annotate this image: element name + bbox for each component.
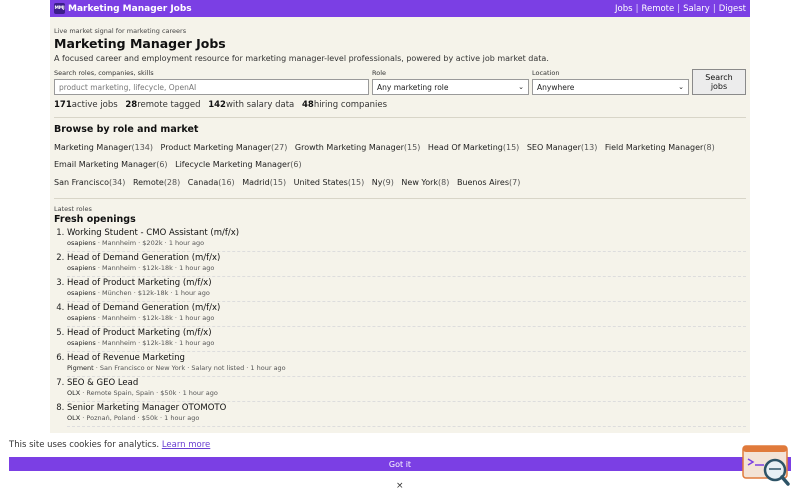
role-tag[interactable]: Lifecycle Marketing Manager(6)	[175, 160, 301, 169]
market-tag[interactable]: Canada(16)	[188, 178, 235, 187]
query-field-group: Search roles, companies, skills	[54, 69, 369, 95]
role-tag[interactable]: SEO Manager(13)	[527, 143, 597, 152]
location-label: Location	[532, 69, 560, 77]
nav-separator: |	[677, 3, 681, 14]
market-tag[interactable]: Buenos Aires(7)	[457, 178, 520, 187]
location-select-value: Anywhere	[537, 82, 575, 92]
role-tag[interactable]: Product Marketing Manager(27)	[161, 143, 288, 152]
job-title-link[interactable]: Head of Demand Generation (m/f/x)	[67, 252, 746, 263]
job-meta: osapiens · Mannheim · $12k-18k · 1 hour …	[67, 264, 215, 272]
nav-separator: |	[712, 3, 716, 14]
search-form: Search roles, companies, skills Role Any…	[54, 69, 746, 95]
magnifier-terminal-icon	[742, 445, 790, 486]
job-meta: OLX · Remote Spain, Spain · $50k · 1 hou…	[67, 389, 218, 397]
job-title-link[interactable]: Working Student - CMO Assistant (m/f/x)	[67, 227, 746, 238]
role-select[interactable]: Any marketing role ⌄	[372, 79, 529, 95]
jobs-list: Working Student - CMO Assistant (m/f/x) …	[54, 227, 746, 427]
divider	[54, 117, 746, 118]
market-tag[interactable]: Remote(28)	[133, 178, 180, 187]
role-tag[interactable]: Email Marketing Manager(6)	[54, 160, 168, 169]
list-item: Senior Marketing Manager OTOMOTO OLX · P…	[67, 402, 746, 427]
list-item: Working Student - CMO Assistant (m/f/x) …	[67, 227, 746, 252]
stat-active-jobs: 171active jobs	[54, 100, 118, 110]
job-title-link[interactable]: Head of Demand Generation (m/f/x)	[67, 302, 746, 313]
job-title-link[interactable]: Senior Marketing Manager OTOMOTO	[67, 402, 746, 413]
hero-description: A focused career and employment resource…	[54, 54, 549, 63]
nav-link-digest[interactable]: Digest	[719, 4, 746, 14]
list-item: Head of Revenue Marketing Pigment · San …	[67, 352, 746, 377]
location-select[interactable]: Anywhere ⌄	[532, 79, 689, 95]
market-tags: San Francisco(34) Remote(28) Canada(16) …	[54, 174, 746, 191]
job-meta: OLX · Poznań, Poland · $50k · 1 hour ago	[67, 414, 200, 422]
role-tag[interactable]: Growth Marketing Manager(15)	[295, 143, 420, 152]
job-title-link[interactable]: Head of Product Marketing (m/f/x)	[67, 277, 746, 288]
stat-hiring-companies: 48hiring companies	[301, 100, 388, 110]
market-tag[interactable]: New York(8)	[401, 178, 449, 187]
job-title-link[interactable]: Head of Product Marketing (m/f/x)	[67, 327, 746, 338]
brand[interactable]: MMJ Marketing Manager Jobs	[54, 3, 192, 14]
page-title: Marketing Manager Jobs	[54, 36, 226, 51]
location-field-group: Location Anywhere ⌄	[532, 69, 689, 95]
list-item: Head of Product Marketing (m/f/x) osapie…	[67, 277, 746, 302]
learn-more-link[interactable]: Learn more	[162, 440, 210, 450]
stat-remote-tagged: 28remote tagged	[125, 100, 201, 110]
top-nav: Jobs | Remote | Salary | Digest	[615, 4, 746, 14]
role-tag[interactable]: Field Marketing Manager(8)	[605, 143, 715, 152]
cookie-text: This site uses cookies for analytics. Le…	[9, 440, 211, 450]
list-item: Head of Product Marketing (m/f/x) osapie…	[67, 327, 746, 352]
cookie-banner: This site uses cookies for analytics. Le…	[0, 433, 800, 500]
main-content: Live market signal for marketing careers…	[50, 27, 750, 427]
role-tag[interactable]: Head Of Marketing(15)	[428, 143, 519, 152]
stats-row: 171active jobs 28remote tagged 142with s…	[54, 100, 746, 110]
top-navbar: MMJ Marketing Manager Jobs Jobs | Remote…	[50, 0, 750, 17]
list-item: Head of Demand Generation (m/f/x) osapie…	[67, 252, 746, 277]
latest-eyebrow: Latest roles	[54, 205, 92, 213]
page: MMJ Marketing Manager Jobs Jobs | Remote…	[50, 0, 750, 500]
market-tag[interactable]: United States(15)	[294, 178, 365, 187]
latest-title: Fresh openings	[54, 214, 136, 225]
market-tag[interactable]: Ny(9)	[372, 178, 394, 187]
role-tags: Marketing Manager(134) Product Marketing…	[54, 139, 746, 173]
got-it-button[interactable]: Got it	[9, 457, 791, 471]
job-meta: osapiens · Mannheim · $12k-18k · 1 hour …	[67, 314, 215, 322]
market-tag[interactable]: Madrid(15)	[242, 178, 286, 187]
role-tag[interactable]: Marketing Manager(134)	[54, 143, 153, 152]
role-field-group: Role Any marketing role ⌄	[372, 69, 529, 95]
market-tag[interactable]: San Francisco(34)	[54, 178, 125, 187]
divider	[54, 198, 746, 199]
role-label: Role	[372, 69, 387, 77]
job-meta: osapiens · Mannheim · $202k · 1 hour ago	[67, 239, 205, 247]
stat-salary-data: 142with salary data	[208, 100, 295, 110]
site-title: Marketing Manager Jobs	[68, 3, 192, 14]
browse-title: Browse by role and market	[54, 124, 199, 135]
list-item: SEO & GEO Lead OLX · Remote Spain, Spain…	[67, 377, 746, 402]
job-meta: osapiens · Mannheim · $12k-18k · 1 hour …	[67, 339, 215, 347]
search-input[interactable]	[54, 79, 369, 95]
hero-tagline: Live market signal for marketing careers	[54, 27, 187, 35]
job-meta: Pigment · San Francisco or New York · Sa…	[67, 364, 286, 372]
chevron-down-icon: ⌄	[518, 83, 524, 91]
list-item: Head of Demand Generation (m/f/x) osapie…	[67, 302, 746, 327]
job-title-link[interactable]: Head of Revenue Marketing	[67, 352, 746, 363]
chevron-down-icon: ⌄	[678, 83, 684, 91]
job-title-link[interactable]: SEO & GEO Lead	[67, 377, 746, 388]
nav-separator: |	[635, 3, 639, 14]
chat-widget-icon[interactable]	[742, 445, 790, 487]
close-icon[interactable]: ×	[396, 481, 404, 491]
role-select-value: Any marketing role	[377, 82, 449, 92]
search-jobs-button[interactable]: Search jobs	[692, 69, 746, 95]
nav-link-salary[interactable]: Salary	[683, 4, 710, 14]
job-meta: osapiens · München · $12k-18k · 1 hour a…	[67, 289, 210, 297]
nav-link-remote[interactable]: Remote	[641, 4, 674, 14]
query-label: Search roles, companies, skills	[54, 69, 154, 77]
site-logo: MMJ	[54, 3, 65, 14]
nav-link-jobs[interactable]: Jobs	[615, 4, 633, 14]
